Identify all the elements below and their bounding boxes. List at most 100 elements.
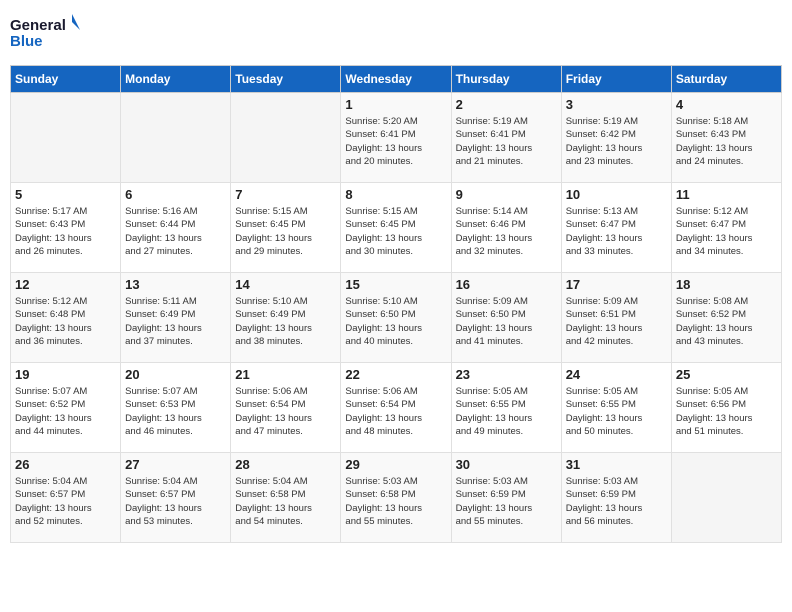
day-cell: 29 Sunrise: 5:03 AM Sunset: 6:58 PM Dayli…	[341, 453, 451, 543]
day-info: Sunrise: 5:12 AM Sunset: 6:47 PM Dayligh…	[676, 205, 777, 258]
day-cell: 12 Sunrise: 5:12 AM Sunset: 6:48 PM Dayli…	[11, 273, 121, 363]
days-of-week-row: SundayMondayTuesdayWednesdayThursdayFrid…	[11, 66, 782, 93]
day-header-wednesday: Wednesday	[341, 66, 451, 93]
day-number: 25	[676, 367, 777, 382]
day-number: 5	[15, 187, 116, 202]
day-cell: 1 Sunrise: 5:20 AM Sunset: 6:41 PM Daylig…	[341, 93, 451, 183]
day-number: 30	[456, 457, 557, 472]
day-info: Sunrise: 5:03 AM Sunset: 6:59 PM Dayligh…	[566, 475, 667, 528]
day-header-thursday: Thursday	[451, 66, 561, 93]
day-number: 2	[456, 97, 557, 112]
day-header-sunday: Sunday	[11, 66, 121, 93]
day-cell: 14 Sunrise: 5:10 AM Sunset: 6:49 PM Dayli…	[231, 273, 341, 363]
day-cell: 20Sunrise: 5:07 AM Sunset: 6:53 PM Dayli…	[121, 363, 231, 453]
day-info: Sunrise: 5:03 AM Sunset: 6:59 PM Dayligh…	[456, 475, 557, 528]
day-cell	[11, 93, 121, 183]
day-info: Sunrise: 5:12 AM Sunset: 6:48 PM Dayligh…	[15, 295, 116, 348]
day-info: Sunrise: 5:06 AM Sunset: 6:54 PM Dayligh…	[345, 385, 446, 438]
day-number: 6	[125, 187, 226, 202]
day-number: 12	[15, 277, 116, 292]
day-number: 8	[345, 187, 446, 202]
day-info: Sunrise: 5:10 AM Sunset: 6:50 PM Dayligh…	[345, 295, 446, 348]
day-header-monday: Monday	[121, 66, 231, 93]
svg-text:Blue: Blue	[10, 33, 43, 50]
day-info: Sunrise: 5:11 AM Sunset: 6:49 PM Dayligh…	[125, 295, 226, 348]
day-cell: 21 Sunrise: 5:06 AM Sunset: 6:54 PM Dayli…	[231, 363, 341, 453]
day-info: Sunrise: 5:07 AM Sunset: 6:52 PM Dayligh…	[15, 385, 116, 438]
day-number: 11	[676, 187, 777, 202]
day-cell: 15 Sunrise: 5:10 AM Sunset: 6:50 PM Dayli…	[341, 273, 451, 363]
day-number: 19	[15, 367, 116, 382]
day-number: 3	[566, 97, 667, 112]
day-number: 22	[345, 367, 446, 382]
week-row-5: 26 Sunrise: 5:04 AM Sunset: 6:57 PM Dayli…	[11, 453, 782, 543]
day-number: 10	[566, 187, 667, 202]
day-cell: 17 Sunrise: 5:09 AM Sunset: 6:51 PM Dayli…	[561, 273, 671, 363]
day-info: Sunrise: 5:15 AM Sunset: 6:45 PM Dayligh…	[235, 205, 336, 258]
day-number: 21	[235, 367, 336, 382]
day-cell: 16Sunrise: 5:09 AM Sunset: 6:50 PM Dayli…	[451, 273, 561, 363]
day-cell: 10 Sunrise: 5:13 AM Sunset: 6:47 PM Dayli…	[561, 183, 671, 273]
day-header-saturday: Saturday	[671, 66, 781, 93]
day-cell: 8Sunrise: 5:15 AM Sunset: 6:45 PM Daylig…	[341, 183, 451, 273]
day-cell: 31 Sunrise: 5:03 AM Sunset: 6:59 PM Dayli…	[561, 453, 671, 543]
day-cell: 9Sunrise: 5:14 AM Sunset: 6:46 PM Daylig…	[451, 183, 561, 273]
day-cell: 3 Sunrise: 5:19 AM Sunset: 6:42 PM Daylig…	[561, 93, 671, 183]
day-header-friday: Friday	[561, 66, 671, 93]
day-cell: 19 Sunrise: 5:07 AM Sunset: 6:52 PM Dayli…	[11, 363, 121, 453]
day-info: Sunrise: 5:09 AM Sunset: 6:51 PM Dayligh…	[566, 295, 667, 348]
day-info: Sunrise: 5:09 AM Sunset: 6:50 PM Dayligh…	[456, 295, 557, 348]
day-cell: 13 Sunrise: 5:11 AM Sunset: 6:49 PM Dayli…	[121, 273, 231, 363]
day-info: Sunrise: 5:13 AM Sunset: 6:47 PM Dayligh…	[566, 205, 667, 258]
day-info: Sunrise: 5:05 AM Sunset: 6:55 PM Dayligh…	[456, 385, 557, 438]
day-info: Sunrise: 5:19 AM Sunset: 6:42 PM Dayligh…	[566, 115, 667, 168]
day-info: Sunrise: 5:05 AM Sunset: 6:56 PM Dayligh…	[676, 385, 777, 438]
day-number: 24	[566, 367, 667, 382]
day-info: Sunrise: 5:19 AM Sunset: 6:41 PM Dayligh…	[456, 115, 557, 168]
calendar-header: SundayMondayTuesdayWednesdayThursdayFrid…	[11, 66, 782, 93]
week-row-4: 19 Sunrise: 5:07 AM Sunset: 6:52 PM Dayli…	[11, 363, 782, 453]
week-row-1: 1 Sunrise: 5:20 AM Sunset: 6:41 PM Daylig…	[11, 93, 782, 183]
day-cell: 11 Sunrise: 5:12 AM Sunset: 6:47 PM Dayli…	[671, 183, 781, 273]
day-info: Sunrise: 5:10 AM Sunset: 6:49 PM Dayligh…	[235, 295, 336, 348]
week-row-2: 5 Sunrise: 5:17 AM Sunset: 6:43 PM Daylig…	[11, 183, 782, 273]
day-cell	[231, 93, 341, 183]
header: General Blue	[10, 10, 782, 55]
day-info: Sunrise: 5:05 AM Sunset: 6:55 PM Dayligh…	[566, 385, 667, 438]
day-cell: 28Sunrise: 5:04 AM Sunset: 6:58 PM Dayli…	[231, 453, 341, 543]
week-row-3: 12 Sunrise: 5:12 AM Sunset: 6:48 PM Dayli…	[11, 273, 782, 363]
svg-text:General: General	[10, 17, 66, 34]
day-cell: 27 Sunrise: 5:04 AM Sunset: 6:57 PM Dayli…	[121, 453, 231, 543]
day-number: 18	[676, 277, 777, 292]
day-number: 23	[456, 367, 557, 382]
day-cell: 7Sunrise: 5:15 AM Sunset: 6:45 PM Daylig…	[231, 183, 341, 273]
day-number: 31	[566, 457, 667, 472]
day-cell: 2 Sunrise: 5:19 AM Sunset: 6:41 PM Daylig…	[451, 93, 561, 183]
day-number: 14	[235, 277, 336, 292]
day-number: 26	[15, 457, 116, 472]
day-number: 17	[566, 277, 667, 292]
day-info: Sunrise: 5:03 AM Sunset: 6:58 PM Dayligh…	[345, 475, 446, 528]
day-number: 15	[345, 277, 446, 292]
day-info: Sunrise: 5:17 AM Sunset: 6:43 PM Dayligh…	[15, 205, 116, 258]
day-info: Sunrise: 5:06 AM Sunset: 6:54 PM Dayligh…	[235, 385, 336, 438]
day-cell: 25 Sunrise: 5:05 AM Sunset: 6:56 PM Dayli…	[671, 363, 781, 453]
day-cell: 24 Sunrise: 5:05 AM Sunset: 6:55 PM Dayli…	[561, 363, 671, 453]
day-number: 27	[125, 457, 226, 472]
day-cell: 22 Sunrise: 5:06 AM Sunset: 6:54 PM Dayli…	[341, 363, 451, 453]
day-info: Sunrise: 5:04 AM Sunset: 6:57 PM Dayligh…	[125, 475, 226, 528]
day-info: Sunrise: 5:08 AM Sunset: 6:52 PM Dayligh…	[676, 295, 777, 348]
day-cell: 26Sunrise: 5:04 AM Sunset: 6:57 PM Dayli…	[11, 453, 121, 543]
day-number: 1	[345, 97, 446, 112]
calendar-table: SundayMondayTuesdayWednesdayThursdayFrid…	[10, 65, 782, 543]
logo-svg: General Blue	[10, 10, 80, 55]
day-cell: 18 Sunrise: 5:08 AM Sunset: 6:52 PM Dayli…	[671, 273, 781, 363]
day-header-tuesday: Tuesday	[231, 66, 341, 93]
day-cell: 4Sunrise: 5:18 AM Sunset: 6:43 PM Daylig…	[671, 93, 781, 183]
day-info: Sunrise: 5:20 AM Sunset: 6:41 PM Dayligh…	[345, 115, 446, 168]
day-cell: 30 Sunrise: 5:03 AM Sunset: 6:59 PM Dayli…	[451, 453, 561, 543]
day-number: 13	[125, 277, 226, 292]
day-number: 28	[235, 457, 336, 472]
day-info: Sunrise: 5:07 AM Sunset: 6:53 PM Dayligh…	[125, 385, 226, 438]
day-number: 29	[345, 457, 446, 472]
